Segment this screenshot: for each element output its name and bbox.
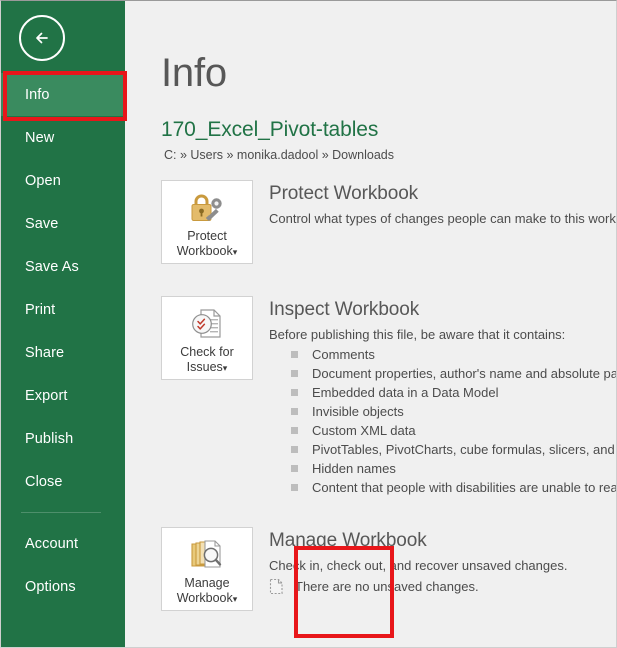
check-for-issues-button[interactable]: Check for Issues▾ bbox=[161, 296, 253, 380]
sidebar-item-label: Save bbox=[25, 215, 59, 232]
manage-workbook-description: Check in, check out, and recover unsaved… bbox=[269, 558, 568, 573]
chevron-down-icon[interactable]: ▾ bbox=[223, 363, 228, 373]
bullet-square-icon bbox=[291, 370, 298, 377]
backstage-main: Info 170_Excel_Pivot-tables C: » Users »… bbox=[125, 1, 616, 647]
padlock-key-icon bbox=[187, 190, 227, 226]
file-name[interactable]: 170_Excel_Pivot-tables bbox=[161, 118, 616, 142]
bullet-square-icon bbox=[291, 484, 298, 491]
protect-workbook-description: Control what types of changes people can… bbox=[269, 211, 616, 226]
sidebar-item-info[interactable]: Info bbox=[1, 73, 125, 116]
sidebar-item-account[interactable]: Account bbox=[1, 522, 125, 565]
chevron-down-icon[interactable]: ▾ bbox=[233, 247, 238, 257]
list-item: Document properties, author's name and a… bbox=[269, 364, 616, 383]
list-item: Embedded data in a Data Model bbox=[269, 383, 616, 402]
bullet-square-icon bbox=[291, 408, 298, 415]
protect-workbook-heading: Protect Workbook bbox=[269, 183, 419, 204]
check-issues-button-label-line2: Issues bbox=[186, 360, 223, 374]
sidebar-item-label: Export bbox=[25, 387, 68, 404]
protect-workbook-button[interactable]: Protect Workbook▾ bbox=[161, 180, 253, 264]
sidebar-item-label: Account bbox=[25, 535, 79, 552]
bullet-square-icon bbox=[291, 446, 298, 453]
protect-button-label-line1: Protect bbox=[187, 229, 227, 243]
sidebar-item-share[interactable]: Share bbox=[1, 331, 125, 374]
bullet-square-icon bbox=[291, 427, 298, 434]
unsaved-changes-status: There are no unsaved changes. bbox=[269, 578, 616, 595]
sidebar-item-label: Options bbox=[25, 578, 76, 595]
manage-workbook-button[interactable]: Manage Workbook▾ bbox=[161, 527, 253, 611]
sidebar-item-save-as[interactable]: Save As bbox=[1, 245, 125, 288]
sidebar-item-options[interactable]: Options bbox=[1, 565, 125, 608]
manage-workbook-section: Manage Workbook▾ Manage Workbook Check i… bbox=[161, 527, 616, 611]
sidebar-item-print[interactable]: Print bbox=[1, 288, 125, 331]
bullet-square-icon bbox=[291, 465, 298, 472]
sidebar-divider bbox=[21, 512, 101, 513]
backstage-nav: Info New Open Save Save As Print Share E… bbox=[1, 73, 125, 608]
inspect-issues-list: Comments Document properties, author's n… bbox=[269, 345, 616, 497]
back-arrow-icon[interactable] bbox=[19, 15, 65, 61]
inspect-workbook-heading: Inspect Workbook bbox=[269, 299, 420, 320]
sidebar-item-publish[interactable]: Publish bbox=[1, 417, 125, 460]
sidebar-item-label: Open bbox=[25, 172, 61, 189]
excel-backstage-view: Info New Open Save Save As Print Share E… bbox=[0, 0, 617, 648]
documents-magnifier-icon bbox=[187, 537, 227, 573]
sidebar-item-label: Info bbox=[25, 86, 50, 103]
document-check-icon bbox=[188, 306, 226, 342]
manage-button-label-line1: Manage bbox=[184, 576, 230, 590]
sidebar-item-open[interactable]: Open bbox=[1, 159, 125, 202]
sidebar-item-label: Save As bbox=[25, 258, 79, 275]
list-item: Content that people with disabilities ar… bbox=[269, 478, 616, 497]
backstage-sidebar: Info New Open Save Save As Print Share E… bbox=[1, 1, 127, 647]
bullet-square-icon bbox=[291, 389, 298, 396]
list-item: Hidden names bbox=[269, 459, 616, 478]
sidebar-item-label: Close bbox=[25, 473, 63, 490]
sidebar-item-close[interactable]: Close bbox=[1, 460, 125, 503]
protect-button-label-line2: Workbook bbox=[176, 244, 233, 258]
list-item: Invisible objects bbox=[269, 402, 616, 421]
protect-workbook-section: Protect Workbook▾ Protect Workbook Contr… bbox=[161, 180, 616, 264]
list-item: PivotTables, PivotCharts, cube formulas,… bbox=[269, 440, 616, 459]
unsaved-changes-text: There are no unsaved changes. bbox=[295, 579, 479, 594]
sidebar-item-label: New bbox=[25, 129, 55, 146]
list-item: Comments bbox=[269, 345, 616, 364]
chevron-down-icon[interactable]: ▾ bbox=[233, 594, 238, 604]
manage-workbook-heading: Manage Workbook bbox=[269, 530, 427, 551]
inspect-workbook-section: Check for Issues▾ Inspect Workbook Befor… bbox=[161, 296, 616, 497]
sidebar-item-new[interactable]: New bbox=[1, 116, 125, 159]
sidebar-item-label: Publish bbox=[25, 430, 74, 447]
list-item: Custom XML data bbox=[269, 421, 616, 440]
bullet-square-icon bbox=[291, 351, 298, 358]
file-path-breadcrumb: C: » Users » monika.dadool » Downloads bbox=[164, 148, 394, 162]
page-title: Info bbox=[161, 51, 227, 95]
sidebar-item-label: Share bbox=[25, 344, 65, 361]
check-issues-button-label-line1: Check for bbox=[180, 345, 234, 359]
dashed-document-icon bbox=[269, 578, 284, 595]
sidebar-item-save[interactable]: Save bbox=[1, 202, 125, 245]
sidebar-item-label: Print bbox=[25, 301, 56, 318]
manage-button-label-line2: Workbook bbox=[176, 591, 233, 605]
inspect-workbook-description: Before publishing this file, be aware th… bbox=[269, 327, 566, 342]
sidebar-item-export[interactable]: Export bbox=[1, 374, 125, 417]
